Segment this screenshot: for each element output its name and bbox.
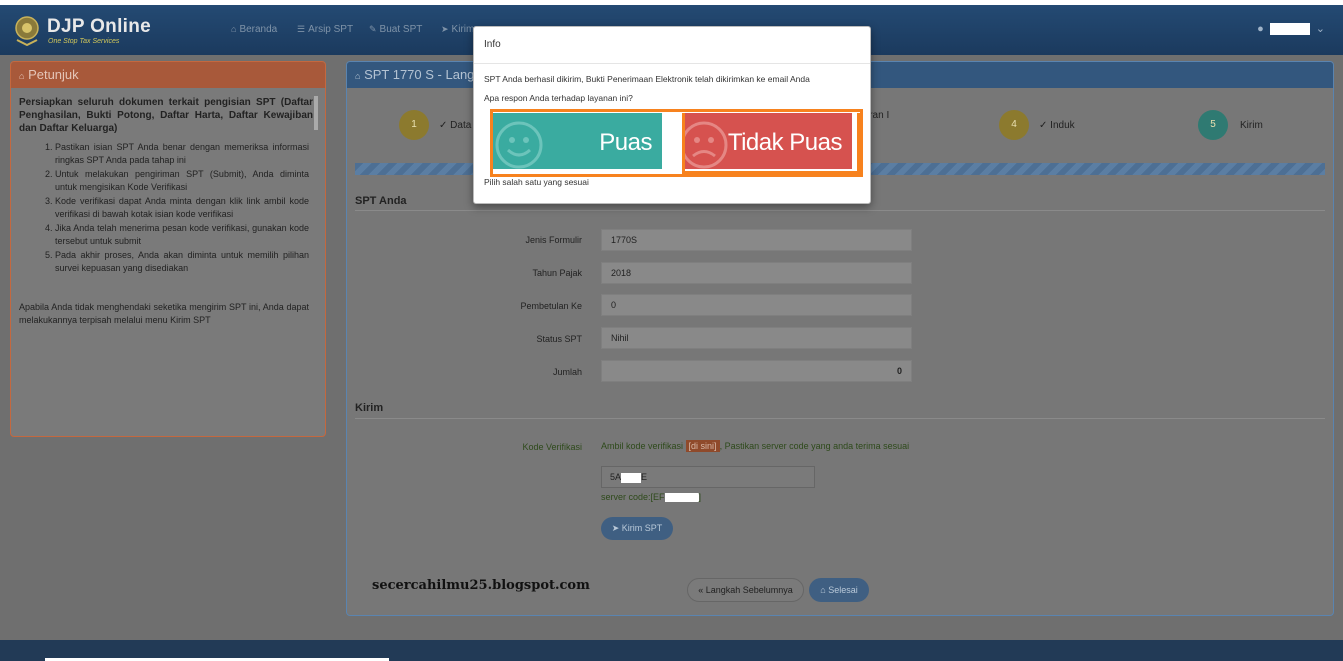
modal-footer-hint: Pilih salah satu yang sesuai <box>484 177 589 187</box>
modal-body: SPT Anda berhasil dikirim, Bukti Penerim… <box>474 64 870 114</box>
send-icon: ➤ <box>611 523 622 533</box>
server-code: server code:[EF] <box>601 492 702 503</box>
petunjuk-scrollbar[interactable] <box>314 96 318 130</box>
field-label: Jumlah <box>552 367 582 377</box>
kode-value-tail: E <box>641 472 648 482</box>
step-label-text: Data <box>450 119 472 131</box>
server-code-suffix: ] <box>698 492 702 502</box>
list-item: Kode verifikasi dapat Anda minta dengan … <box>55 195 309 221</box>
user-menu[interactable]: ● ⌄ <box>1257 22 1325 36</box>
brand-title[interactable]: DJP Online <box>47 16 151 38</box>
field-label: Pembetulan Ke <box>520 301 582 311</box>
server-code-prefix: server code:[EF <box>601 492 665 502</box>
kode-redacted <box>621 472 642 483</box>
puas-label: Puas <box>599 129 652 156</box>
nav-beranda[interactable]: ⌂ Beranda <box>231 24 277 35</box>
petunjuk-heading: Persiapkan seluruh dokumen terkait pengi… <box>19 97 313 134</box>
kode-verifikasi-hint: Ambil kode verifikasi [di sini], Pastika… <box>601 440 909 452</box>
ambil-kode-link[interactable]: [di sini] <box>685 440 720 452</box>
nav-kirim[interactable]: ➤ Kirim <box>441 24 474 35</box>
section-spt-anda: SPT Anda <box>355 195 407 207</box>
pembetulan-field: 0 <box>601 294 912 316</box>
list-item: Jika Anda telah menerima pesan kode veri… <box>55 222 309 248</box>
field-label: Jenis Formulir <box>525 235 582 245</box>
modal-message: SPT Anda berhasil dikirim, Bukti Penerim… <box>484 74 810 84</box>
list-item: Pastikan isian SPT Anda benar dengan mem… <box>55 141 309 167</box>
divider <box>355 210 1325 211</box>
status-spt-field: Nihil <box>601 327 912 349</box>
langkah-sebelumnya-button[interactable]: « Langkah Sebelumnya <box>687 578 804 602</box>
edit-icon: ✎ <box>369 24 377 34</box>
step-label-text: Induk <box>1050 119 1075 131</box>
nav-beranda-label: Beranda <box>239 24 278 35</box>
nav-buat-spt[interactable]: ✎ Buat SPT <box>369 24 422 35</box>
step-5[interactable]: 5 Kirim <box>1198 110 1263 140</box>
nav-arsip-label: Arsip SPT <box>308 24 354 35</box>
petunjuk-footer: Apabila Anda tidak menghendaki seketika … <box>19 302 309 325</box>
step-label: ✓ Data <box>439 120 471 131</box>
info-modal: Info SPT Anda berhasil dikirim, Bukti Pe… <box>473 26 871 204</box>
field-label: Status SPT <box>536 334 582 344</box>
selesai-label: Selesai <box>828 585 858 595</box>
smile-icon <box>495 121 543 169</box>
list-item: Untuk melakukan pengiriman SPT (Submit),… <box>55 168 309 194</box>
step-1[interactable]: 1 ✓ Data <box>399 110 471 140</box>
selesai-button[interactable]: ⌂ Selesai <box>809 578 869 602</box>
step-label: Kirim <box>1240 119 1263 131</box>
list-item: Pada akhir proses, Anda akan diminta unt… <box>55 249 309 275</box>
step-number: 4 <box>999 110 1029 140</box>
petunjuk-body: Persiapkan seluruh dokumen terkait pengi… <box>11 88 325 335</box>
modal-title: Info <box>474 27 870 64</box>
nav-kirim-label: Kirim <box>451 24 475 35</box>
kode-value: 5A <box>610 472 622 482</box>
puas-button[interactable]: Puas <box>493 113 662 169</box>
kode-hint-after: , Pastikan server code yang anda terima … <box>719 441 910 451</box>
watermark: secercahilmu25.blogspot.com <box>372 578 590 593</box>
step-label: ✓ Induk <box>1039 120 1075 131</box>
petunjuk-panel: ⌂ Petunjuk Persiapkan seluruh dokumen te… <box>10 61 326 437</box>
jenis-formulir-field: 1770S <box>601 229 912 251</box>
user-name-redacted <box>1269 23 1310 36</box>
kode-verifikasi-label: Kode Verifikasi <box>522 442 582 452</box>
kirim-spt-button[interactable]: ➤ Kirim SPT <box>601 517 673 540</box>
tidak-puas-highlight <box>682 113 860 174</box>
kirim-spt-label: Kirim SPT <box>621 523 663 533</box>
step-number: 1 <box>399 110 429 140</box>
step-4[interactable]: 4 ✓ Induk <box>999 110 1075 140</box>
tahun-pajak-field: 2018 <box>601 262 912 284</box>
check-icon: ✓ <box>1039 119 1051 131</box>
list-icon: ☰ <box>297 24 306 34</box>
home-icon: ⌂ <box>231 24 237 34</box>
petunjuk-header: ⌂ Petunjuk <box>11 62 325 88</box>
send-icon: ➤ <box>441 24 449 34</box>
kode-hint-before: Ambil kode verifikasi <box>601 441 684 451</box>
jumlah-field: 0 <box>601 360 912 382</box>
petunjuk-steps: Pastikan isian SPT Anda benar dengan mem… <box>55 141 317 275</box>
petunjuk-title: Petunjuk <box>28 67 79 82</box>
divider <box>355 418 1325 419</box>
section-kirim: Kirim <box>355 402 384 414</box>
nav-buat-label: Buat SPT <box>379 24 423 35</box>
user-icon: ● <box>1257 23 1264 35</box>
home-icon: ⌂ <box>19 71 25 81</box>
server-code-redacted <box>664 493 699 503</box>
home-icon: ⌂ <box>820 585 829 595</box>
nav-arsip-spt[interactable]: ☰ Arsip SPT <box>297 24 353 35</box>
chevron-down-icon: ⌄ <box>1315 23 1325 35</box>
modal-question: Apa respon Anda terhadap layanan ini? <box>484 93 633 103</box>
main-title: SPT 1770 S - Langk <box>364 67 481 82</box>
brand-tagline: One Stop Tax Services <box>48 38 120 45</box>
field-label: Tahun Pajak <box>532 268 582 278</box>
djp-logo-icon[interactable] <box>13 14 41 46</box>
home-icon: ⌂ <box>355 71 361 81</box>
check-icon: ✓ <box>439 119 451 131</box>
kode-verifikasi-input[interactable]: 5A E <box>601 466 815 488</box>
step-number: 5 <box>1198 110 1228 140</box>
